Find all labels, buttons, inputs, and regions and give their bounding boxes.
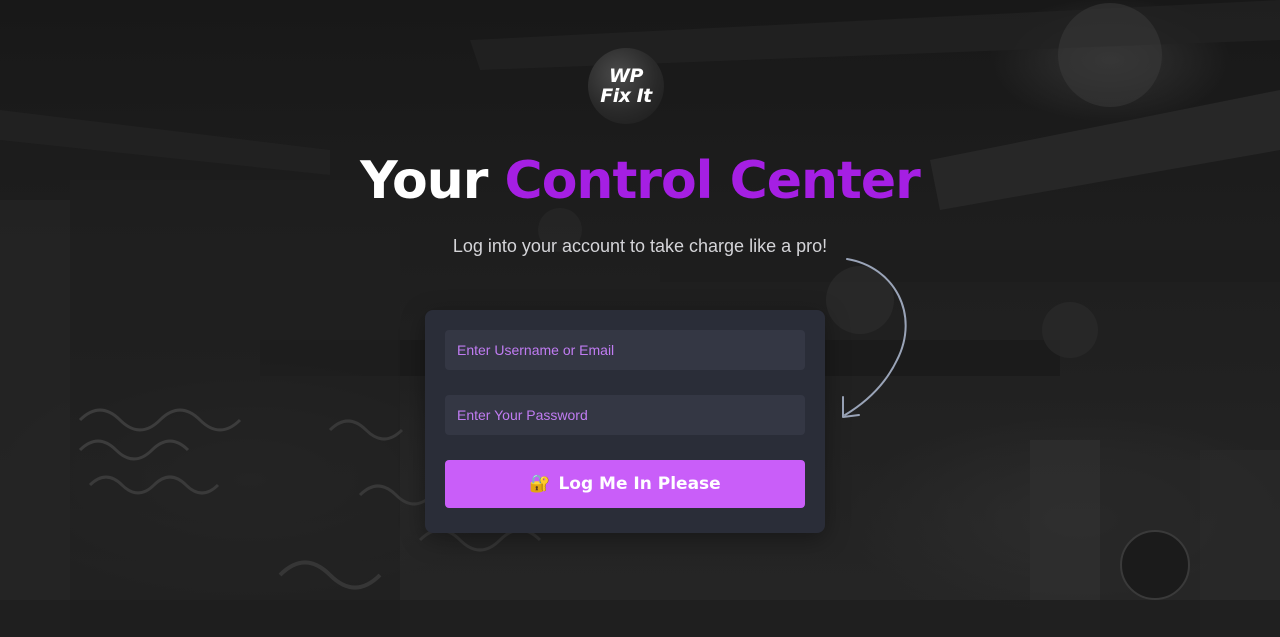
login-form: 🔐 Log Me In Please [425,310,825,533]
login-button[interactable]: 🔐 Log Me In Please [445,460,805,508]
password-input[interactable] [445,395,805,435]
curved-arrow-icon [842,258,907,418]
page-subtitle: Log into your account to take charge lik… [452,236,828,256]
login-button-label: Log Me In Please [558,474,721,494]
wp-fix-it-logo-icon[interactable]: WP Fix It [588,48,664,124]
logo-text-line1: WP [609,65,643,87]
logo-text-line2: Fix It [600,85,652,107]
page-title: Your Control Center [0,146,1280,216]
lock-with-key-icon: 🔐 [529,473,551,494]
title-accent: Control Center [504,151,921,211]
username-email-input[interactable] [445,330,805,370]
login-page: WP Fix It Your Control Center Log into y… [0,0,1280,637]
title-plain: Your [360,151,488,211]
